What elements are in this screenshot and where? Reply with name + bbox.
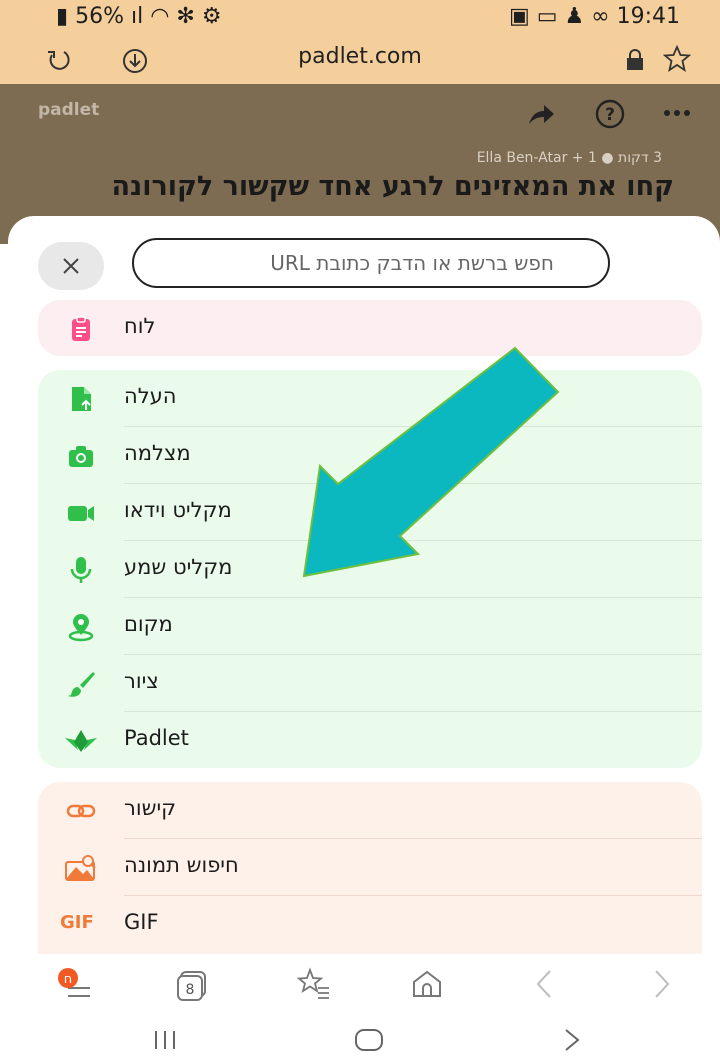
more-options-icon[interactable] — [662, 108, 692, 118]
menu-item-label: מצלמה — [124, 441, 191, 465]
search-placeholder: חפש ברשת או הדבק כתובת URL — [270, 251, 554, 275]
menu-item-label: ציור — [124, 669, 159, 693]
recent-apps-icon[interactable] — [150, 1028, 180, 1052]
menu-item-label: מקום — [124, 612, 173, 636]
search-input[interactable]: חפש ברשת או הדבק כתובת URL — [132, 238, 610, 288]
menu-item-link[interactable]: קישור — [38, 782, 702, 839]
microphone-icon — [70, 557, 92, 583]
menu-item-location[interactable]: מקום — [38, 598, 702, 655]
status-bar: ▮ 56% ıl ◠ ✻ ⚙ ▣ ▭ ♟ ∞ 19:41 — [0, 0, 720, 36]
gif-icon: GIF — [60, 912, 94, 933]
padlet-bird-icon — [65, 730, 97, 752]
browser-toolbar: padlet.com — [0, 36, 720, 84]
close-icon — [63, 258, 79, 274]
back-arrow-icon[interactable] — [534, 968, 554, 1000]
battery-icon: ▮ — [56, 4, 69, 29]
notification-icons: ▣ ▭ ♟ ∞ — [509, 4, 617, 29]
post-meta: 3 דקות ● 1 + Ella Ben-Atar — [476, 150, 662, 166]
video-camera-icon — [68, 506, 94, 521]
svg-text:?: ? — [605, 105, 615, 125]
camera-icon — [69, 446, 93, 467]
brush-icon — [68, 672, 95, 697]
tabs-count: 8 — [186, 982, 195, 998]
forward-arrow-icon[interactable] — [652, 968, 672, 1000]
menu-item-label: קישור — [124, 796, 177, 820]
share-icon[interactable] — [526, 102, 556, 128]
reload-icon[interactable] — [44, 46, 74, 76]
bookmark-star-icon[interactable] — [662, 44, 692, 74]
web-group: קישור חיפוש תמונה GIF GIF — [38, 782, 702, 956]
location-pin-icon — [68, 614, 94, 642]
menu-item-label: העלה — [124, 384, 177, 408]
menu-item-image-search[interactable]: חיפוש תמונה — [38, 839, 702, 896]
bookmarks-icon[interactable] — [296, 966, 332, 1002]
menu-item-label: Padlet — [124, 726, 189, 750]
clock: 19:41 — [616, 4, 680, 29]
signal-icon: ıl ◠ ✻ ⚙ — [131, 4, 222, 29]
status-left: ▮ 56% ıl ◠ ✻ ⚙ — [56, 4, 222, 29]
status-right: ▣ ▭ ♟ ∞ 19:41 — [509, 4, 680, 29]
tabs-icon[interactable]: 8 — [174, 968, 212, 1002]
help-icon[interactable]: ? — [594, 98, 626, 130]
menu-icon[interactable]: ח — [56, 964, 96, 1004]
home-icon[interactable] — [410, 968, 444, 1000]
clipboard-icon — [72, 316, 90, 341]
menu-item-label: לוח — [124, 314, 156, 338]
menu-badge: ח — [64, 972, 73, 987]
browser-bottom-bar: ח 8 — [0, 954, 720, 1018]
upload-file-icon — [72, 387, 91, 411]
lock-icon[interactable] — [624, 48, 646, 72]
download-icon[interactable] — [120, 46, 150, 76]
menu-item-padlet[interactable]: Padlet — [38, 712, 702, 769]
menu-item-drawing[interactable]: ציור — [38, 655, 702, 712]
menu-item-label: מקליט שמע — [124, 555, 233, 579]
close-button[interactable] — [38, 242, 104, 290]
menu-item-label: חיפוש תמונה — [124, 853, 239, 877]
home-button-icon[interactable] — [352, 1026, 386, 1054]
menu-item-gif[interactable]: GIF GIF — [38, 896, 702, 953]
post-title: קחו את המאזינים לרגע אחד שקשור לקורונה — [111, 171, 674, 202]
menu-item-label: מקליט וידאו — [124, 498, 232, 522]
system-back-icon[interactable] — [560, 1026, 584, 1054]
image-search-icon — [65, 855, 96, 881]
tutorial-arrow-icon — [302, 346, 560, 578]
menu-item-label: GIF — [124, 910, 159, 934]
battery-percent: 56% — [75, 4, 125, 29]
url-field[interactable]: padlet.com — [260, 44, 460, 69]
link-icon — [66, 804, 96, 818]
padlet-logo: padlet — [38, 100, 100, 120]
system-navigation-bar — [0, 1018, 720, 1064]
